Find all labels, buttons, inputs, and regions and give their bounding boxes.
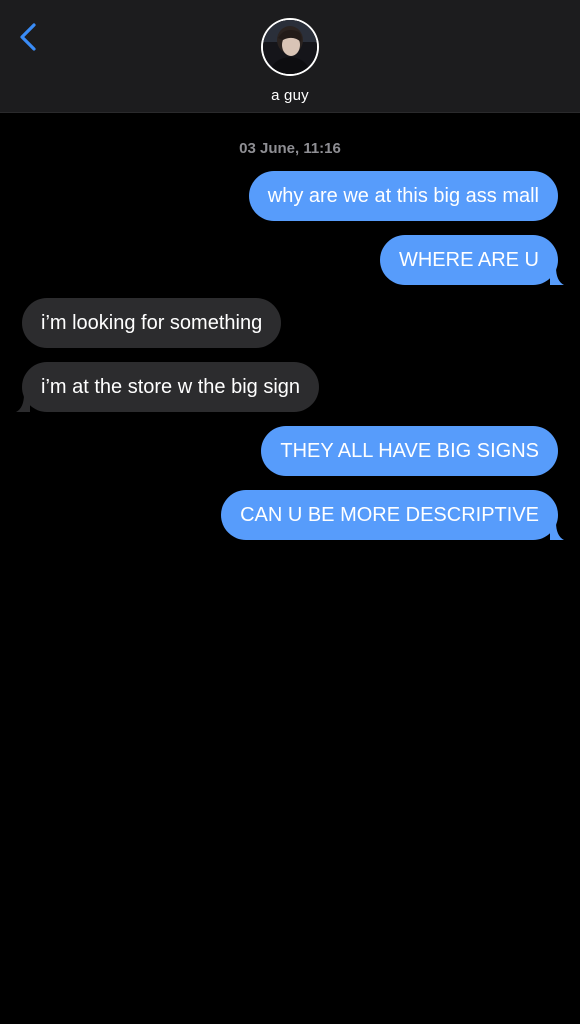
message-bubble-outgoing[interactable]: WHERE ARE U (379, 235, 564, 285)
bubble-tail (16, 394, 30, 412)
contact-name[interactable]: a guy (0, 87, 580, 104)
message-text: i’m at the store w the big sign (41, 376, 301, 398)
contact-avatar[interactable] (261, 18, 319, 76)
message-text: WHERE ARE U (398, 249, 539, 271)
message-bubble-outgoing[interactable]: CAN U BE MORE DESCRIPTIVE (221, 490, 564, 540)
message-bubble-incoming[interactable]: i’m at the store w the big sign (16, 362, 320, 412)
message-bubble-incoming[interactable]: i’m looking for something (22, 298, 282, 348)
chat-header: a guy (0, 0, 580, 113)
message-text: why are we at this big ass mall (267, 185, 539, 207)
message-bubble-outgoing[interactable]: THEY ALL HAVE BIG SIGNS (261, 426, 558, 476)
bubble-tail (550, 267, 564, 285)
message-text: i’m looking for something (41, 312, 263, 334)
avatar-image (263, 20, 317, 74)
message-text: THEY ALL HAVE BIG SIGNS (280, 440, 539, 462)
message-bubble-outgoing[interactable]: why are we at this big ass mall (248, 171, 558, 221)
bubble-tail (550, 522, 564, 540)
chevron-left-icon (20, 23, 36, 51)
message-text: CAN U BE MORE DESCRIPTIVE (240, 504, 539, 526)
back-button[interactable] (14, 20, 42, 54)
message-timestamp: 03 June, 11:16 (239, 140, 341, 157)
